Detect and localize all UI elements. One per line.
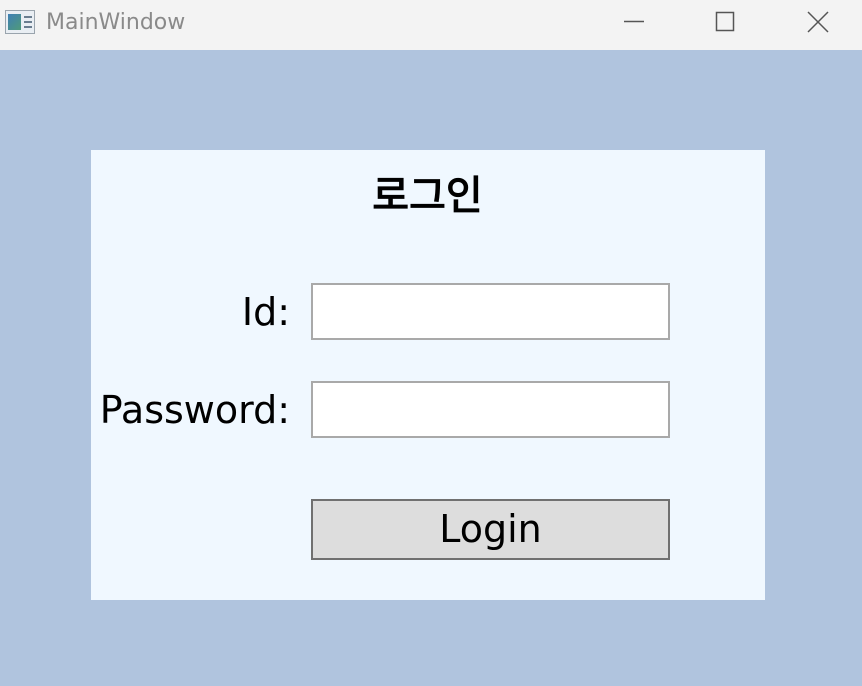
main-window: MainWindow 로그인 Id: Password: Login	[0, 0, 862, 686]
id-label: Id:	[241, 290, 290, 334]
title-bar[interactable]: MainWindow	[0, 0, 862, 50]
maximize-icon	[715, 11, 735, 32]
login-heading: 로그인	[372, 173, 483, 219]
login-button[interactable]: Login	[311, 499, 670, 560]
minimize-icon	[624, 20, 644, 23]
id-input[interactable]	[311, 283, 670, 340]
maximize-button[interactable]	[702, 0, 748, 44]
app-window-icon	[5, 10, 35, 34]
minimize-button[interactable]	[611, 0, 657, 44]
close-button[interactable]	[795, 0, 841, 44]
window-title: MainWindow	[46, 10, 186, 35]
password-input[interactable]	[311, 381, 670, 438]
close-icon	[807, 11, 829, 33]
password-label: Password:	[99, 388, 290, 432]
